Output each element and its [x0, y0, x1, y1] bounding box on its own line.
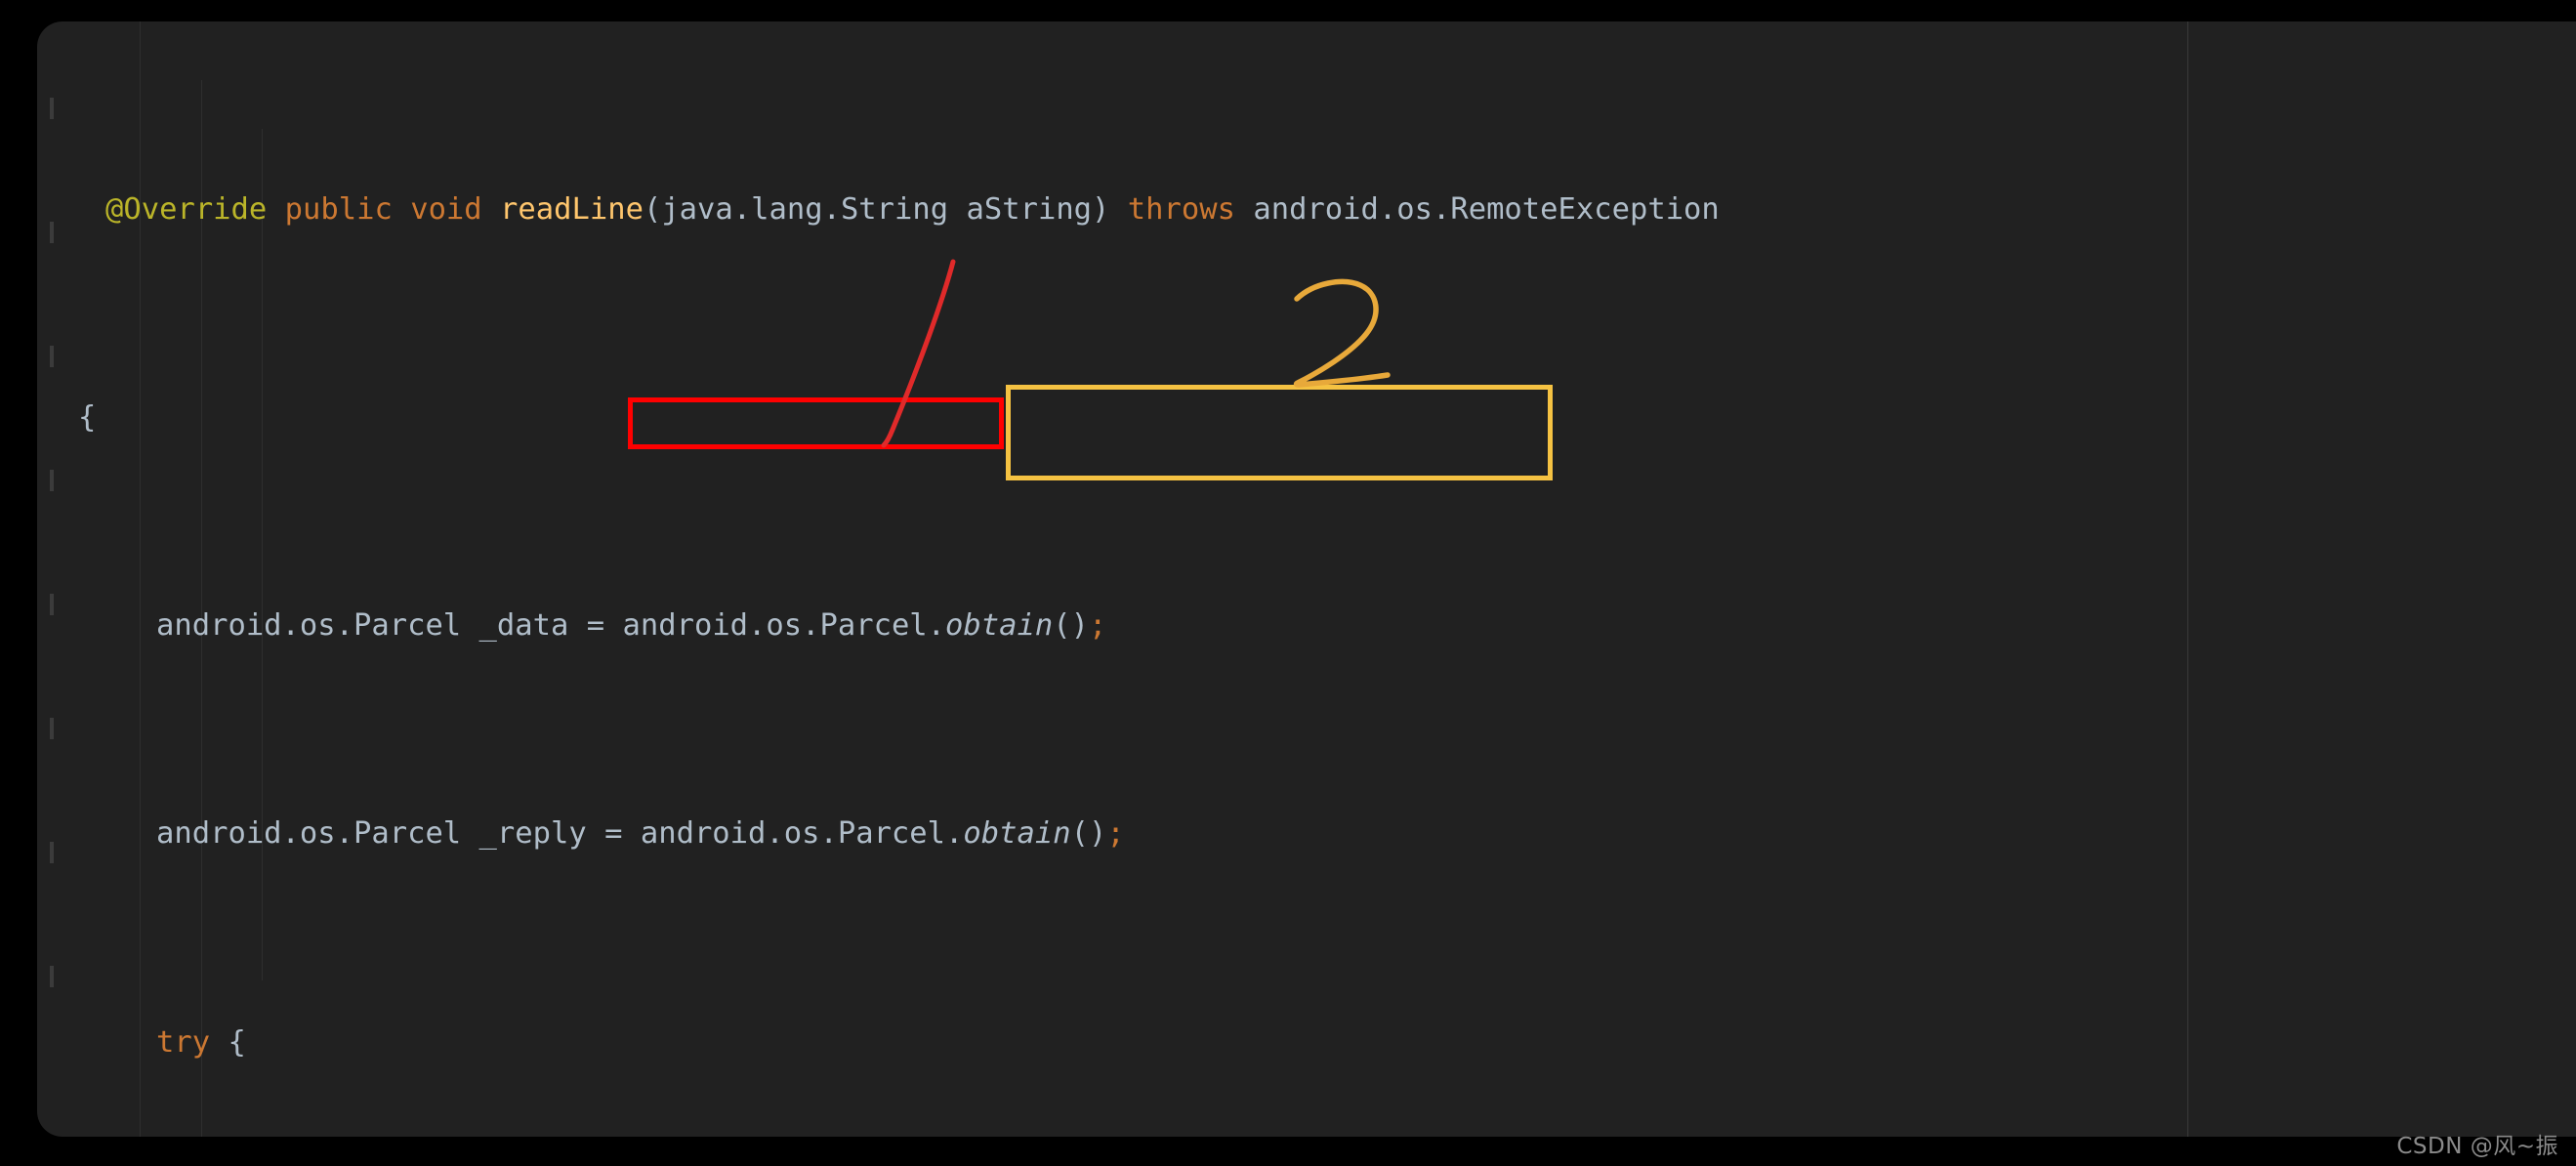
token-qualifier: android.os.Parcel. [622, 608, 946, 644]
code-line-1[interactable]: @Override public void readLine(java.lang… [37, 184, 2576, 235]
token-param-type: java.lang.String [661, 191, 949, 227]
token-semicolon: ; [1106, 816, 1125, 852]
token-keyword-public: public [284, 191, 393, 227]
token-paren-open: ( [643, 191, 662, 227]
code-line-2[interactable]: { [37, 392, 2576, 443]
token-call-obtain: obtain [945, 608, 1054, 644]
token-exception-type: android.os.RemoteException [1253, 191, 1720, 227]
token-brace-open: { [228, 1024, 246, 1060]
csdn-watermark: CSDN @风~振 [2396, 1134, 2558, 1159]
token-brace-open: { [78, 400, 97, 436]
token-method-readline: readLine [500, 191, 644, 227]
code-line-3[interactable]: android.os.Parcel _data = android.os.Par… [37, 600, 2576, 651]
token-type-parcel: android.os.Parcel [156, 816, 462, 852]
token-equals: = [586, 608, 605, 644]
token-keyword-throws: throws [1127, 191, 1235, 227]
token-semicolon: ; [1088, 608, 1107, 644]
token-keyword-void: void [410, 191, 482, 227]
token-param-name: aString [966, 191, 1093, 227]
token-type-parcel: android.os.Parcel [156, 608, 462, 644]
code-line-4[interactable]: android.os.Parcel _reply = android.os.Pa… [37, 808, 2576, 859]
token-var-data: _data [478, 608, 569, 644]
token-qualifier: android.os.Parcel. [640, 816, 964, 852]
token-parens: () [1070, 816, 1107, 852]
token-parens: () [1053, 608, 1089, 644]
token-var-reply: _reply [478, 816, 587, 852]
token-keyword-try: try [156, 1024, 211, 1060]
token-paren-close: ) [1092, 191, 1110, 227]
token-equals: = [604, 816, 623, 852]
token-annotation-override: @Override [105, 191, 268, 227]
source-code-block[interactable]: @Override public void readLine(java.lang… [37, 21, 2576, 1137]
code-editor-pane[interactable]: @Override public void readLine(java.lang… [37, 21, 2576, 1137]
token-call-obtain: obtain [963, 816, 1071, 852]
code-line-5[interactable]: try { [37, 1017, 2576, 1068]
